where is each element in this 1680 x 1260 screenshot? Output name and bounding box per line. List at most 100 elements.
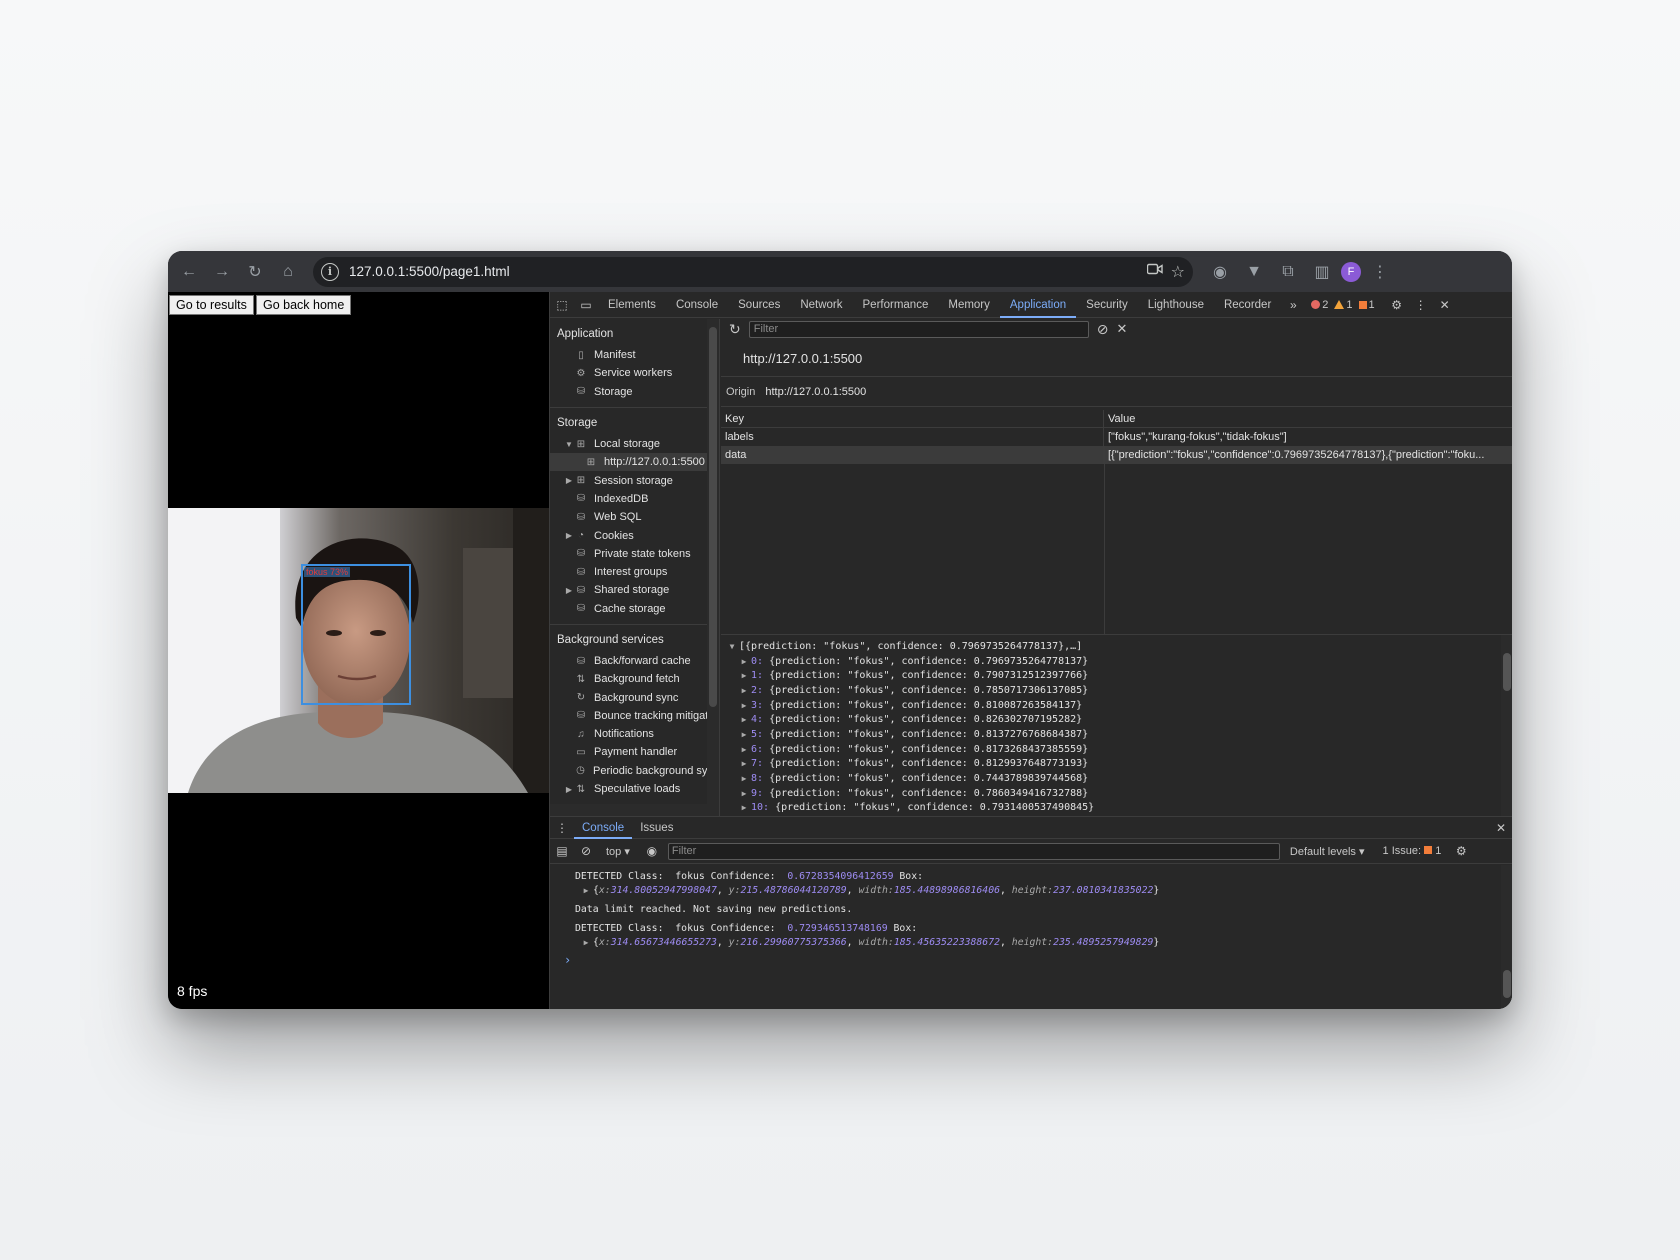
sidebar-item-service-workers[interactable]: ⚙ Service workers — [550, 364, 719, 382]
context-selector[interactable]: top ▾ — [606, 845, 630, 858]
sidebar-item-shared-storage[interactable]: ▶ ⛁ Shared storage — [550, 581, 719, 599]
preview-array-item[interactable]: ▶ 5: {prediction: "fokus", confidence: 0.… — [721, 727, 1512, 742]
sidebar-item-cache-storage[interactable]: ⛁ Cache storage — [550, 600, 719, 618]
scrollbar-thumb[interactable] — [709, 327, 717, 707]
sidebar-item-session-storage[interactable]: ▶ ⊞ Session storage — [550, 471, 719, 489]
preview-array-item[interactable]: ▶ 2: {prediction: "fokus", confidence: 0.… — [721, 683, 1512, 698]
sidebar-item-manifest[interactable]: ▯ Manifest — [550, 346, 719, 364]
close-devtools-icon[interactable]: ✕ — [1433, 298, 1457, 312]
tab-memory[interactable]: Memory — [938, 292, 1000, 318]
refresh-icon[interactable]: ↻ — [729, 321, 741, 338]
inspect-element-icon[interactable]: ⬚ — [550, 298, 574, 312]
tab-sources[interactable]: Sources — [728, 292, 790, 318]
side-panel-icon[interactable]: ▥ — [1307, 257, 1337, 287]
column-header-value[interactable]: Value — [1104, 410, 1512, 427]
sidebar-item-bounce-tracking[interactable]: ⛁ Bounce tracking mitigatio — [550, 707, 719, 725]
browser-menu-icon[interactable]: ⋮ — [1365, 257, 1395, 287]
column-header-key[interactable]: Key — [721, 410, 1104, 427]
sidebar-item-speculative-loads[interactable]: ▶ ⇅ Speculative loads — [550, 780, 719, 798]
table-row[interactable]: labels ["fokus","kurang-fokus","tidak-fo… — [721, 428, 1512, 446]
sidebar-item-payment-handler[interactable]: ▭ Payment handler — [550, 743, 719, 761]
tab-security[interactable]: Security — [1076, 292, 1138, 318]
site-info-icon[interactable]: i — [321, 262, 339, 281]
sidebar-item-cookies[interactable]: ▶ ◔ Cookies — [550, 526, 719, 544]
camera-icon[interactable] — [1146, 262, 1163, 282]
preview-root[interactable]: ▼ [{prediction: "fokus", confidence: 0.79… — [721, 639, 1512, 654]
row-value[interactable]: ["fokus","kurang-fokus","tidak-fokus"] — [1104, 428, 1512, 446]
expand-right-icon[interactable]: ▶ — [737, 715, 751, 724]
expand-right-icon[interactable]: ▶ — [564, 531, 574, 540]
sidebar-item-periodic-sync[interactable]: ◷ Periodic background sync — [550, 762, 719, 780]
settings-gear-icon[interactable]: ⚙ — [1385, 298, 1409, 312]
preview-scrollbar[interactable] — [1501, 635, 1512, 817]
expand-right-icon[interactable]: ▶ — [737, 803, 751, 812]
row-value[interactable]: [{"prediction":"fokus","confidence":0.79… — [1104, 446, 1512, 464]
expand-right-icon[interactable]: ▶ — [564, 785, 574, 794]
expand-right-icon[interactable]: ▶ — [737, 671, 751, 680]
bookmark-star-icon[interactable]: ☆ — [1171, 262, 1185, 282]
clear-console-icon[interactable]: ⊘ — [574, 844, 598, 858]
live-expression-eye-icon[interactable]: ◉ — [640, 844, 664, 858]
sidebar-item-indexeddb[interactable]: ⛁ IndexedDB — [550, 490, 719, 508]
storage-filter-input[interactable]: Filter — [748, 320, 1089, 338]
expand-right-icon[interactable]: ▶ — [737, 774, 751, 783]
console-filter-input[interactable]: Filter — [667, 842, 1280, 860]
expand-right-icon[interactable]: ▶ — [737, 789, 751, 798]
expand-right-icon[interactable]: ▶ — [564, 476, 574, 485]
error-count-badge[interactable]: 2 — [1311, 299, 1328, 311]
expand-right-icon[interactable]: ▶ — [564, 586, 574, 595]
go-to-results-button[interactable]: Go to results — [169, 295, 254, 315]
devtools-menu-icon[interactable]: ⋮ — [1409, 298, 1433, 312]
sidebar-item-storage[interactable]: ⛁ Storage — [550, 383, 719, 401]
sidebar-vertical-scrollbar[interactable] — [707, 319, 719, 816]
preview-array-item[interactable]: ▶ 0: {prediction: "fokus", confidence: 0.… — [721, 654, 1512, 669]
profile-avatar[interactable]: F — [1341, 261, 1361, 282]
sidebar-item-interest-groups[interactable]: ⛁ Interest groups — [550, 563, 719, 581]
console-scrollbar[interactable] — [1501, 865, 1512, 1009]
preview-array-item[interactable]: ▶ 9: {prediction: "fokus", confidence: 0.… — [721, 786, 1512, 801]
expand-right-icon[interactable]: ▶ — [737, 745, 751, 754]
sidebar-item-private-state-tokens[interactable]: ⛁ Private state tokens — [550, 545, 719, 563]
issues-counter[interactable]: 1 Issue: 1 — [1383, 845, 1442, 857]
sidebar-item-web-sql[interactable]: ⛁ Web SQL — [550, 508, 719, 526]
tab-network[interactable]: Network — [790, 292, 852, 318]
url-text[interactable]: 127.0.0.1:5500/page1.html — [349, 264, 510, 279]
preview-array-item[interactable]: ▶ 1: {prediction: "fokus", confidence: 0.… — [721, 668, 1512, 683]
issue-count-badge[interactable]: 1 — [1358, 299, 1375, 311]
row-key[interactable]: labels — [721, 428, 1104, 446]
vue-devtools-icon[interactable]: ▼ — [1239, 257, 1269, 287]
console-sidebar-icon[interactable]: ▤ — [550, 844, 574, 858]
expand-right-icon[interactable]: ▶ — [737, 701, 751, 710]
preview-array-item[interactable]: ▶ 7: {prediction: "fokus", confidence: 0.… — [721, 757, 1512, 772]
warning-count-badge[interactable]: 1 — [1334, 299, 1353, 311]
preview-array-item[interactable]: ▶ 4: {prediction: "fokus", confidence: 0.… — [721, 712, 1512, 727]
preview-array-item[interactable]: ▶ 3: {prediction: "fokus", confidence: 0.… — [721, 698, 1512, 713]
sidebar-item-local-storage[interactable]: ▼ ⊞ Local storage — [550, 435, 719, 453]
sidebar-item-background-fetch[interactable]: ⇅ Background fetch — [550, 670, 719, 688]
drawer-tab-issues[interactable]: Issues — [632, 817, 681, 839]
sidebar-item-local-origin[interactable]: ⊞ http://127.0.0.1:5500 — [550, 453, 719, 472]
drawer-tab-console[interactable]: Console — [574, 817, 633, 839]
tab-recorder[interactable]: Recorder — [1214, 292, 1281, 318]
console-object-line[interactable]: ▶{x: 314.80052947998047, y: 215.48786044… — [575, 883, 1512, 897]
sidebar-item-back-forward-cache[interactable]: ⛁ Back/forward cache — [550, 652, 719, 670]
expand-down-icon[interactable]: ▼ — [725, 642, 739, 651]
go-back-home-button[interactable]: Go back home — [256, 295, 352, 315]
scrollbar-thumb[interactable] — [1503, 653, 1511, 691]
address-bar[interactable]: i 127.0.0.1:5500/page1.html ☆ — [313, 256, 1193, 287]
forward-arrow-icon[interactable]: → — [207, 257, 237, 287]
delete-selected-icon[interactable]: ✕ — [1116, 321, 1127, 337]
expand-right-icon[interactable]: ▶ — [579, 886, 593, 895]
preview-array-item[interactable]: ▶ 8: {prediction: "fokus", confidence: 0.… — [721, 771, 1512, 786]
table-row[interactable]: data [{"prediction":"fokus","confidence"… — [721, 446, 1512, 464]
home-icon[interactable]: ⌂ — [273, 257, 303, 287]
tab-lighthouse[interactable]: Lighthouse — [1138, 292, 1214, 318]
tab-elements[interactable]: Elements — [598, 292, 666, 318]
sidebar-item-notifications[interactable]: ♫ Notifications — [550, 725, 719, 743]
back-arrow-icon[interactable]: ← — [174, 257, 204, 287]
reload-icon[interactable]: ↻ — [240, 257, 270, 287]
extensions-puzzle-icon[interactable]: ⧉ — [1273, 257, 1303, 287]
expand-right-icon[interactable]: ▶ — [579, 938, 593, 947]
expand-down-icon[interactable]: ▼ — [564, 440, 574, 449]
more-tabs-icon[interactable]: » — [1281, 298, 1305, 312]
